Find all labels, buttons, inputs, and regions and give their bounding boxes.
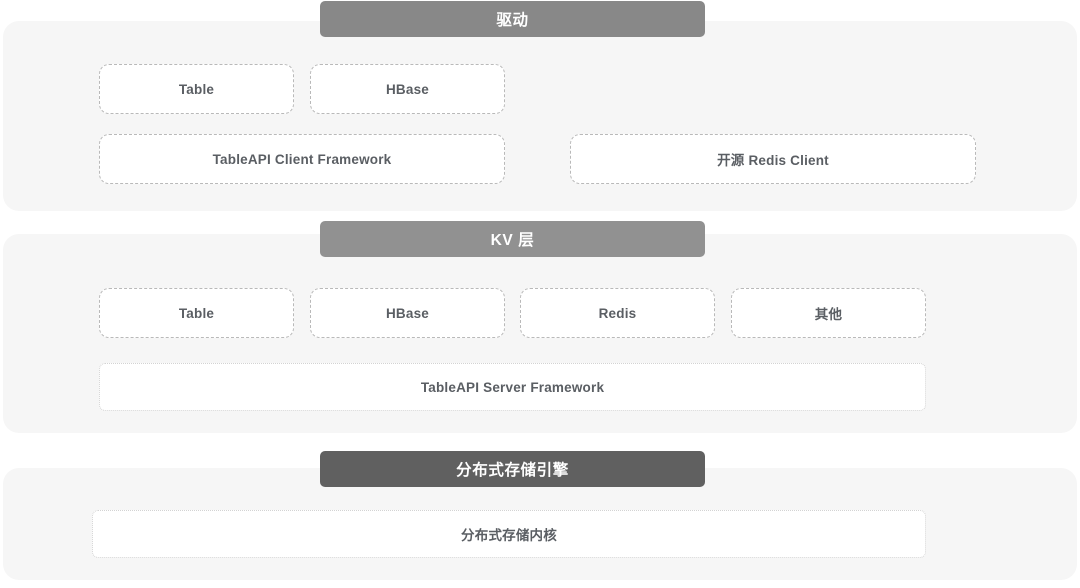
- architecture-diagram: 驱动 Table HBase TableAPI Client Framework…: [0, 0, 1080, 588]
- node-kv-table[interactable]: Table: [99, 288, 294, 338]
- node-kv-hbase[interactable]: HBase: [310, 288, 505, 338]
- node-driver-open-source-redis-client[interactable]: 开源 Redis Client: [570, 134, 976, 184]
- node-kv-tableapi-server-framework[interactable]: TableAPI Server Framework: [99, 363, 926, 411]
- node-kv-other[interactable]: 其他: [731, 288, 926, 338]
- layer-header-kv: KV 层: [320, 221, 705, 257]
- node-kv-redis[interactable]: Redis: [520, 288, 715, 338]
- node-distributed-storage-kernel[interactable]: 分布式存储内核: [92, 510, 926, 558]
- node-driver-table[interactable]: Table: [99, 64, 294, 114]
- node-driver-hbase[interactable]: HBase: [310, 64, 505, 114]
- layer-header-driver: 驱动: [320, 1, 705, 37]
- node-driver-tableapi-client-framework[interactable]: TableAPI Client Framework: [99, 134, 505, 184]
- layer-header-distributed-storage-engine: 分布式存储引擎: [320, 451, 705, 487]
